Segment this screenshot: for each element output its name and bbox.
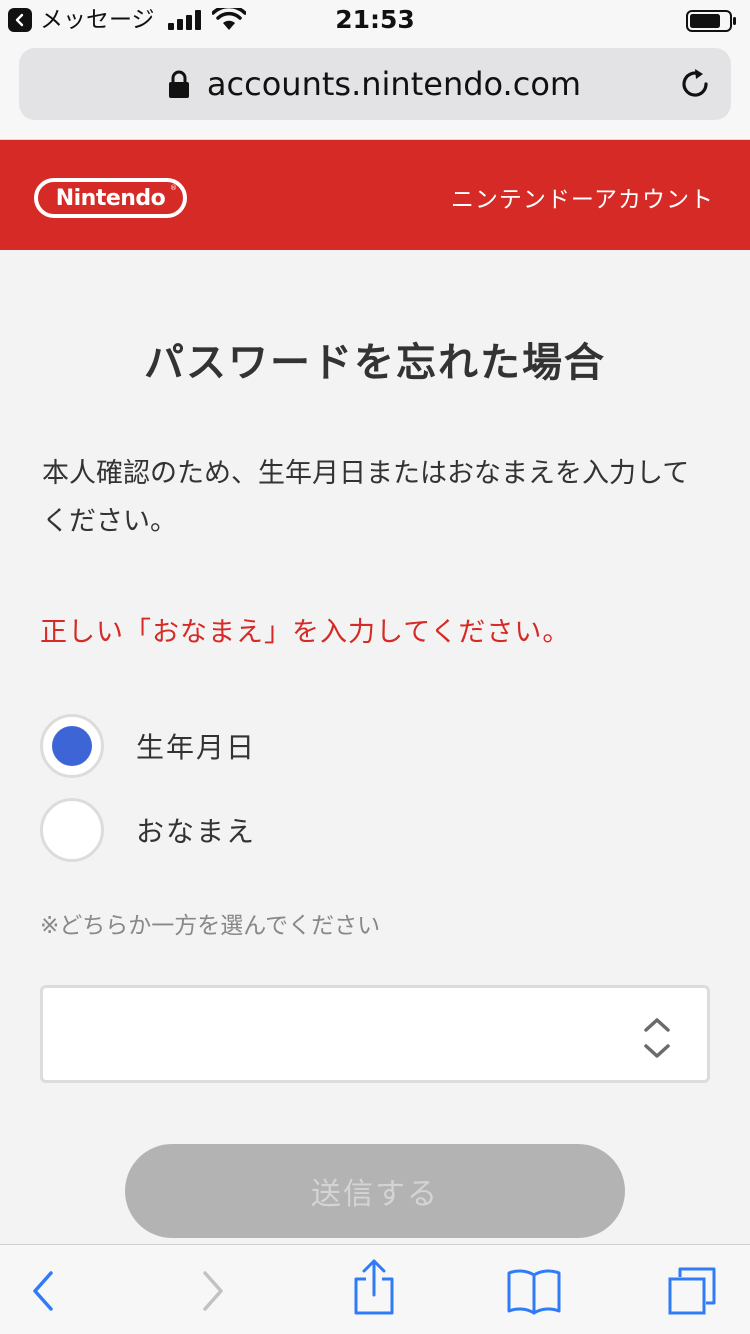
select-arrows-icon: [644, 1018, 670, 1058]
page-title: パスワードを忘れた場合: [144, 340, 606, 386]
intro-text: 本人確認のため、生年月日またはおなまえを入力してください。: [42, 458, 690, 537]
back-button[interactable]: [16, 1265, 72, 1317]
tabs-icon: [668, 1267, 716, 1315]
battery-icon: [686, 10, 736, 32]
browser-address-area: accounts.nintendo.com: [0, 40, 750, 140]
forward-button[interactable]: [184, 1265, 240, 1317]
browser-toolbar: [0, 1244, 750, 1334]
book-icon: [507, 1269, 561, 1315]
url-text: accounts.nintendo.com: [206, 65, 582, 103]
account-link[interactable]: ニンテンドーアカウント: [451, 180, 714, 214]
registered-mark-icon: ®: [170, 184, 177, 192]
status-time: 21:53: [335, 5, 415, 34]
site-header: Nintendo ® ニンテンドーアカウント: [0, 140, 750, 250]
radio-option-birthdate[interactable]: 生年月日: [40, 714, 256, 778]
status-bar: メッセージ 21:53: [0, 0, 750, 40]
share-icon: [354, 1259, 394, 1315]
share-button[interactable]: [346, 1259, 402, 1315]
submit-button[interactable]: 送信する: [125, 1144, 625, 1238]
radio-button-name[interactable]: [40, 798, 104, 862]
lock-icon: [168, 70, 189, 98]
radio-label-birthdate: 生年月日: [136, 731, 257, 764]
radio-button-birthdate[interactable]: [40, 714, 104, 778]
chevron-right-icon: [203, 1271, 223, 1311]
birthdate-select[interactable]: [40, 985, 710, 1083]
logo-text: Nintendo: [55, 185, 166, 211]
tabs-button[interactable]: [664, 1265, 720, 1317]
chevron-left-icon: [33, 1271, 53, 1311]
address-bar[interactable]: accounts.nintendo.com: [19, 48, 731, 120]
radio-option-name[interactable]: おなまえ: [40, 798, 256, 862]
radio-label-name: おなまえ: [136, 815, 257, 848]
radio-selected-dot: [52, 726, 92, 766]
nintendo-logo[interactable]: Nintendo ®: [34, 178, 187, 218]
selection-note: ※どちらか一方を選んでください: [40, 913, 381, 939]
reload-icon[interactable]: [677, 66, 713, 102]
error-message: 正しい「おなまえ」を入力してください。: [40, 617, 571, 648]
bookmarks-button[interactable]: [506, 1265, 562, 1317]
